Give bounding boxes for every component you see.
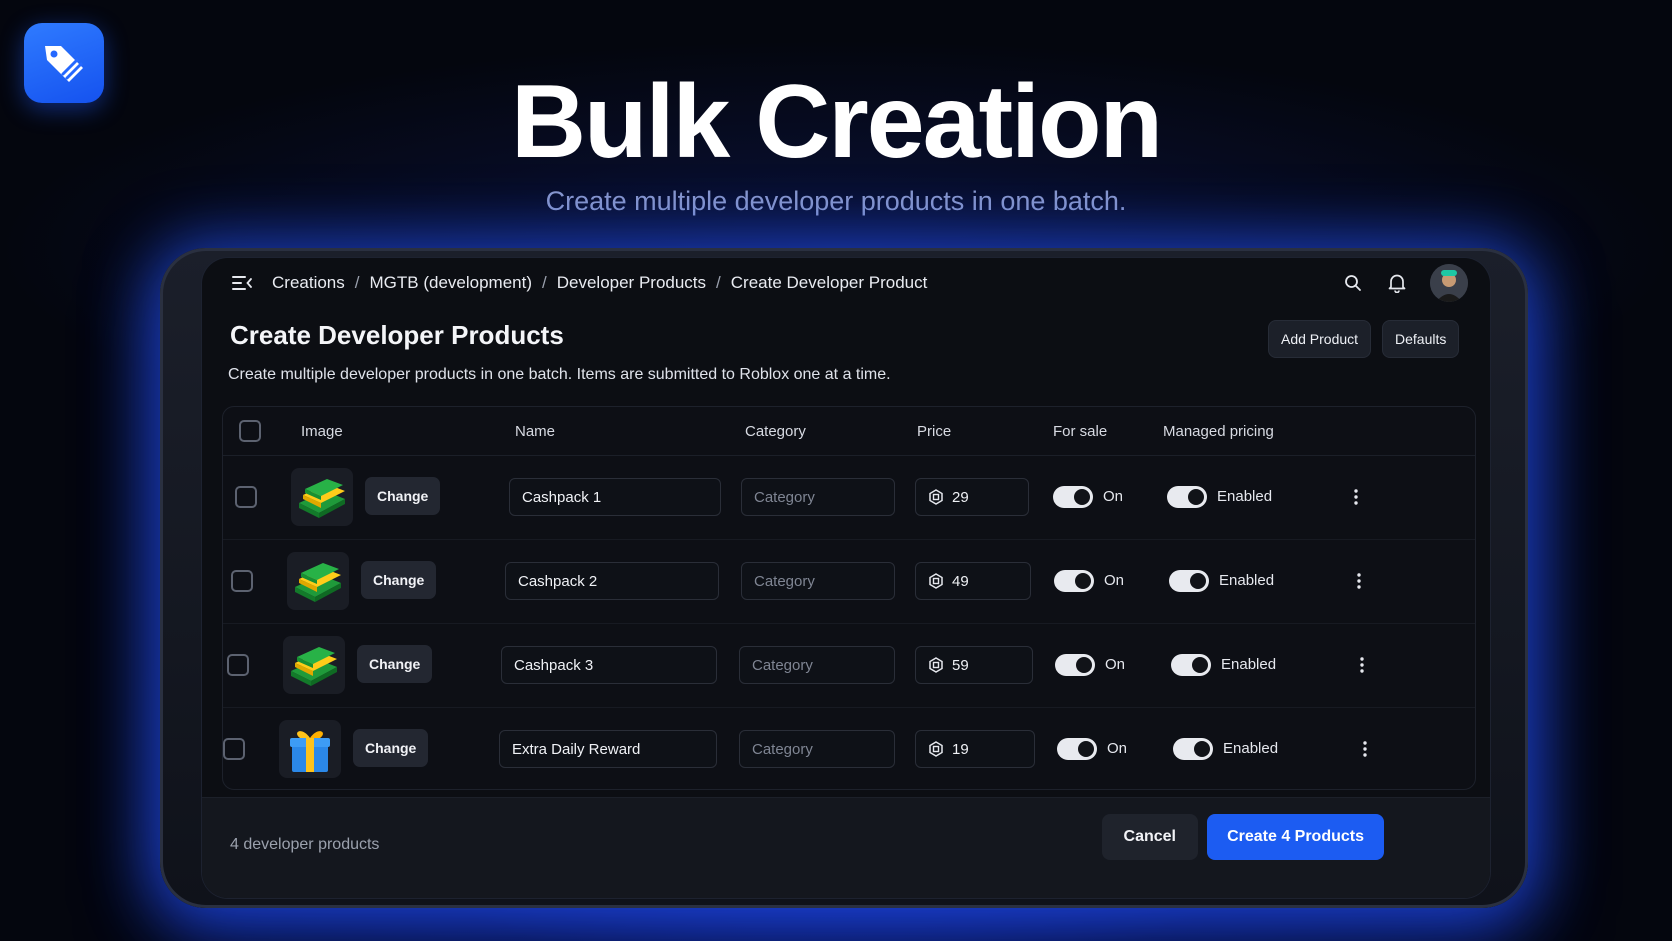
row-checkbox[interactable] [223,738,245,760]
column-header-category: Category [745,422,806,440]
managed-pricing-toggle[interactable] [1169,570,1209,592]
breadcrumb-separator: / [354,273,360,292]
product-image [287,552,349,610]
breadcrumb-current: Create Developer Product [730,273,928,292]
robux-icon [928,657,944,673]
cancel-button[interactable]: Cancel [1101,814,1198,860]
managed-pricing-label: Enabled [1219,572,1275,589]
managed-pricing-label: Enabled [1217,488,1273,505]
stage: Bulk Creation Create multiple developer … [0,0,1672,941]
table-row: Change Cashpack 1 Category 29 On Enabled [223,456,1475,540]
top-bar: Creations / MGTB (development) / Develop… [202,258,1490,308]
column-header-price: Price [917,422,952,440]
price-value: 29 [952,488,969,506]
for-sale-label: On [1104,572,1125,589]
add-product-button[interactable]: Add Product [1268,320,1372,358]
name-input[interactable]: Cashpack 3 [501,646,717,684]
cash-stack-icon [295,563,341,602]
avatar[interactable] [1430,264,1468,302]
table-row: Change Cashpack 3 Category 59 On Enabled [223,624,1475,708]
for-sale-toggle[interactable] [1053,486,1093,508]
defaults-button[interactable]: Defaults [1382,320,1460,358]
row-checkbox[interactable] [227,654,249,676]
product-image [291,468,353,526]
cash-stack-icon [291,647,337,686]
robux-icon [928,573,944,589]
more-options-icon[interactable] [1356,738,1374,760]
managed-pricing-label: Enabled [1221,656,1277,673]
products-table: Image Name Category Price For sale Manag… [222,406,1476,790]
for-sale-label: On [1107,740,1128,757]
column-header-image: Image [301,422,343,440]
table-row: Change Extra Daily Reward Category 19 On… [223,708,1475,791]
robux-icon [928,489,944,505]
footer-bar: 4 developer products Cancel Create 4 Pro… [202,797,1490,898]
category-input[interactable]: Category [739,646,895,684]
price-value: 49 [952,572,969,590]
managed-pricing-label: Enabled [1223,740,1279,757]
search-icon[interactable] [1342,272,1364,294]
breadcrumb-separator: / [542,273,547,292]
name-input[interactable]: Cashpack 1 [509,478,721,516]
menu-collapse-icon[interactable] [232,274,254,292]
robux-icon [928,741,944,757]
more-options-icon[interactable] [1353,654,1371,676]
select-all-checkbox[interactable] [239,420,261,442]
change-image-button[interactable]: Change [353,729,429,767]
category-input[interactable]: Category [741,562,895,600]
product-image [283,636,345,694]
breadcrumb-experience[interactable]: MGTB (development) [370,273,533,293]
breadcrumb: Creations / MGTB (development) / Develop… [272,273,927,293]
product-image [279,720,341,778]
name-input[interactable]: Cashpack 2 [505,562,719,600]
managed-pricing-toggle[interactable] [1173,738,1213,760]
price-value: 19 [952,740,969,758]
for-sale-toggle[interactable] [1054,570,1094,592]
price-input[interactable]: 19 [915,730,1035,768]
hero-title: Bulk Creation [510,64,1163,180]
page-title: Create Developer Products [230,320,564,350]
breadcrumb-separator: / [716,273,721,292]
create-products-button[interactable]: Create 4 Products [1207,814,1384,860]
more-options-icon[interactable] [1347,486,1365,508]
row-checkbox[interactable] [235,486,257,508]
price-value: 59 [952,656,969,674]
category-input[interactable]: Category [741,478,895,516]
price-input[interactable]: 59 [915,646,1033,684]
table-row: Change Cashpack 2 Category 49 On Enabled [223,540,1475,624]
breadcrumb-developer-products[interactable]: Developer Products [557,273,706,293]
row-checkbox[interactable] [231,570,253,592]
hero-subtitle: Create multiple developer products in on… [545,186,1127,216]
managed-pricing-toggle[interactable] [1167,486,1207,508]
top-bar-actions [1342,264,1468,302]
column-header-for-sale: For sale [1053,422,1108,440]
gift-box-icon [290,731,330,772]
for-sale-label: On [1105,656,1126,673]
for-sale-toggle[interactable] [1055,654,1095,676]
more-options-icon[interactable] [1350,570,1368,592]
for-sale-toggle[interactable] [1057,738,1097,760]
change-image-button[interactable]: Change [361,561,437,599]
bell-icon[interactable] [1386,272,1408,294]
managed-pricing-toggle[interactable] [1171,654,1211,676]
for-sale-label: On [1103,488,1124,505]
price-input[interactable]: 49 [915,562,1031,600]
name-input[interactable]: Extra Daily Reward [499,730,717,768]
breadcrumb-creations[interactable]: Creations [272,273,345,293]
app-screen: Creations / MGTB (development) / Develop… [202,258,1490,898]
product-count: 4 developer products [230,836,380,853]
table-header: Image Name Category Price For sale Manag… [223,407,1475,456]
change-image-button[interactable]: Change [365,477,441,515]
cash-stack-icon [299,479,345,518]
page-description: Create multiple developer products in on… [228,366,891,383]
change-image-button[interactable]: Change [357,645,433,683]
price-input[interactable]: 29 [915,478,1029,516]
column-header-name: Name [515,422,556,440]
column-header-managed-pricing: Managed pricing [1163,422,1274,440]
category-input[interactable]: Category [739,730,895,768]
